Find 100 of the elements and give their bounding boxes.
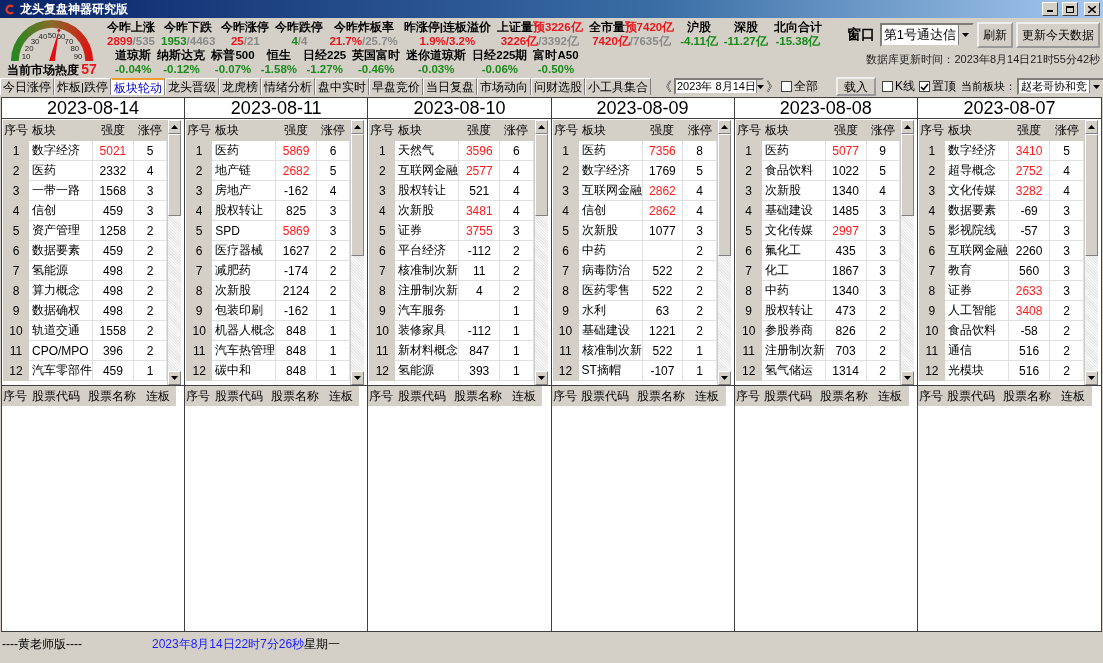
row-number: 8 <box>186 280 212 301</box>
row-number: 1 <box>736 140 762 161</box>
table-cell: 522 <box>642 260 683 281</box>
tab[interactable]: 炸板|跌停 <box>54 78 111 95</box>
date-heading: 2023-08-10 <box>368 98 551 119</box>
table-cell: 2 <box>1049 340 1084 361</box>
table-cell: 1258 <box>92 220 134 241</box>
table-cell: 1077 <box>642 220 683 241</box>
table-cell: 氟化工 <box>761 240 826 261</box>
date-heading: 2023-08-14 <box>2 98 185 119</box>
date-picker[interactable]: 2023年 8月14日 <box>674 78 764 95</box>
column-header: 股票名称 <box>633 386 689 406</box>
table-cell: 医药 <box>578 140 642 161</box>
table-cell: 848 <box>275 340 317 361</box>
table-cell: 2862 <box>642 180 683 201</box>
previous-date-button[interactable]: 《 <box>659 77 672 96</box>
row-number: 2 <box>919 160 945 181</box>
table-cell: 3 <box>866 220 900 241</box>
table-cell: 703 <box>825 340 867 361</box>
row-number: 5 <box>553 220 578 241</box>
index-value: -0.12% <box>163 62 200 76</box>
option-checkbox[interactable]: 置顶 <box>919 78 956 95</box>
scrollbar[interactable] <box>1084 120 1098 385</box>
scrollbar[interactable] <box>167 120 182 385</box>
tab[interactable]: 小工具集合 <box>585 78 651 95</box>
table-cell: 次新股 <box>578 220 642 241</box>
table-cell: 3 <box>316 200 350 221</box>
row-number: 9 <box>736 300 762 321</box>
stat-value: /3.2% <box>445 34 476 48</box>
stat-forecast: 预7420亿 <box>624 20 675 34</box>
column-header: 股票代码 <box>27 386 84 406</box>
option-checkbox[interactable]: K线 <box>882 78 915 95</box>
row-number: 5 <box>369 220 395 241</box>
scroll-up-icon <box>1088 125 1095 129</box>
table-cell: 5021 <box>92 140 134 161</box>
column-header: 序号 <box>918 386 944 406</box>
sector-dropdown[interactable]: 赵老哥协和竞 <box>1017 78 1103 95</box>
table-cell: 装修家具 <box>394 320 459 341</box>
row-number: 4 <box>553 200 578 221</box>
table-cell: 核准制次新 <box>394 260 459 281</box>
stat-label: 今昨炸板率 <box>333 20 394 34</box>
tab[interactable]: 盘中实时 <box>315 78 369 95</box>
row-number: 4 <box>736 200 762 221</box>
tab[interactable]: 龙虎榜 <box>219 78 261 95</box>
scroll-up-icon <box>354 125 362 129</box>
column-header: 股票名称 <box>999 386 1056 406</box>
tab[interactable]: 早盘竞价 <box>369 78 423 95</box>
maximize-button[interactable] <box>1062 2 1078 16</box>
table-cell: 1769 <box>642 160 683 181</box>
table-cell: 3282 <box>1008 180 1050 201</box>
column-header: 序号 <box>2 386 28 406</box>
table-cell: 2 <box>1049 320 1084 341</box>
next-date-button[interactable]: 》 <box>766 77 779 96</box>
stat-label: 今昨跌停 <box>275 20 324 34</box>
row-number: 10 <box>3 320 29 341</box>
row-number: 2 <box>736 160 762 181</box>
date-heading: 2023-08-07 <box>917 98 1101 119</box>
all-checkbox[interactable]: 全部 <box>781 78 818 95</box>
table-cell: -174 <box>275 260 317 281</box>
table-cell: 算力概念 <box>28 280 93 301</box>
table-cell: 521 <box>458 180 500 201</box>
table-cell: 2 <box>682 280 717 301</box>
tab[interactable]: 市场动向 <box>477 78 531 95</box>
tab[interactable]: 问财选股 <box>531 78 585 95</box>
tab[interactable]: 当日复盘 <box>423 78 477 95</box>
index-label: 迷你道琼斯 <box>406 48 467 62</box>
close-button[interactable] <box>1084 2 1100 16</box>
tab[interactable]: 龙头晋级 <box>165 78 219 95</box>
toolbar-button[interactable]: 更新今天数据 <box>1016 22 1100 48</box>
window-title: 龙头复盘神器研究版 <box>20 0 129 18</box>
column-header: 板块 <box>944 120 1009 141</box>
index-value: -0.04% <box>115 62 152 76</box>
column-header: 序号 <box>735 386 761 406</box>
scrollbar[interactable] <box>350 120 365 385</box>
column-header: 连板 <box>322 386 359 406</box>
table-cell: 3408 <box>1008 300 1050 321</box>
table-cell: 2 <box>133 260 167 281</box>
row-number: 10 <box>736 320 762 341</box>
table-cell: 医疗器械 <box>211 240 276 261</box>
table-cell: 522 <box>642 280 683 301</box>
table-cell: 3755 <box>458 220 500 241</box>
column-header: 涨停 <box>866 120 900 141</box>
index-value: -1.58% <box>260 62 298 76</box>
table-cell: 498 <box>92 280 134 301</box>
load-button[interactable]: 载入 <box>836 77 876 96</box>
scroll-down-icon <box>903 376 911 380</box>
stat-forecast: 预3226亿 <box>533 20 583 34</box>
toolbar-button[interactable]: 刷新 <box>977 22 1013 48</box>
minimize-button[interactable] <box>1042 2 1058 16</box>
index-value: -0.50% <box>537 62 575 76</box>
table-cell: 房地产 <box>211 180 276 201</box>
tab[interactable]: 板块轮动 <box>111 78 165 95</box>
stat-value: 3226亿 <box>500 34 539 48</box>
tab[interactable]: 今日涨停 <box>0 78 54 95</box>
table-cell: 1 <box>316 340 350 361</box>
stat-value: 21.7% <box>329 34 362 48</box>
window-dropdown[interactable]: 第1号通达信 <box>879 23 974 47</box>
gauge-needle <box>49 30 59 61</box>
table-cell: 3 <box>1049 280 1084 301</box>
tab[interactable]: 情绪分析 <box>261 78 315 95</box>
